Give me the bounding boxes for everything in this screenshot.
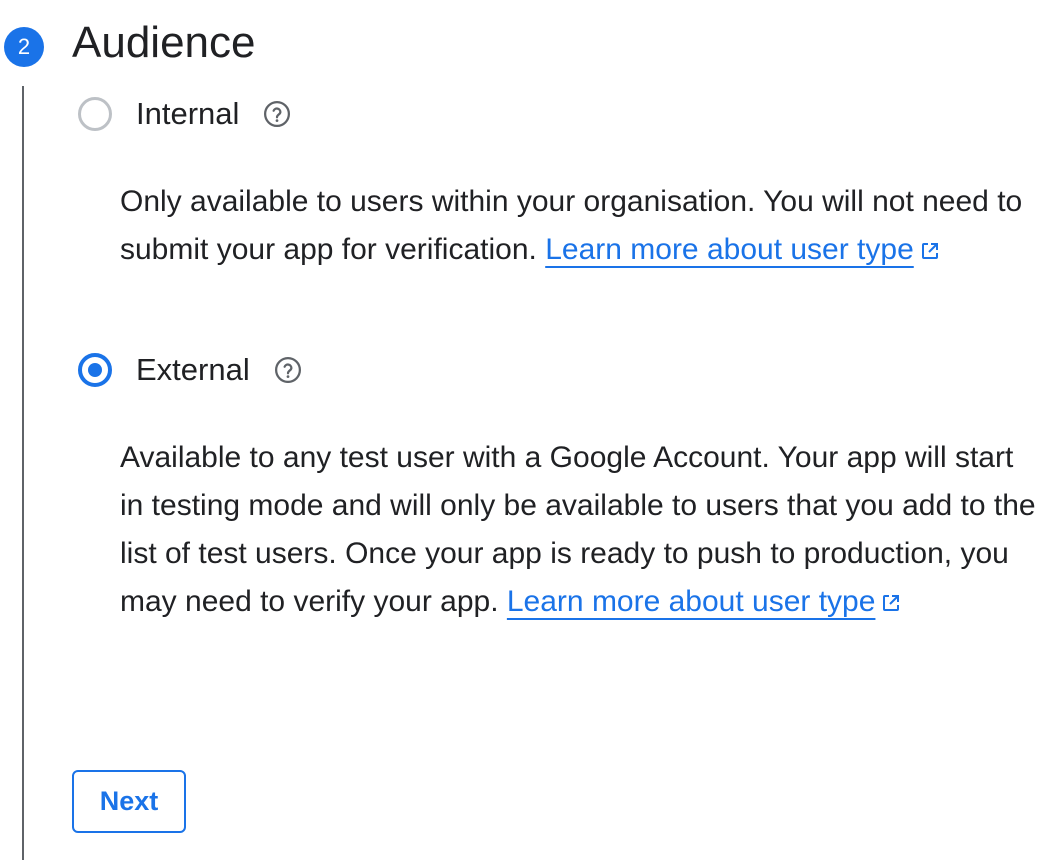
radio-external[interactable] [78,353,112,387]
option-internal-label[interactable]: Internal [136,96,239,132]
step-number-badge: 2 [4,27,44,67]
open-in-new-icon [883,595,900,611]
learn-more-link-text[interactable]: Learn more about user type [507,585,876,618]
option-internal-description: Only available to users within your orga… [120,178,1040,274]
help-circle-icon[interactable] [261,98,293,130]
learn-more-user-type-link-external[interactable]: Learn more about user type [507,585,902,618]
step-connector-line [22,86,24,860]
option-external-description: Available to any test user with a Google… [120,434,1040,626]
step-title: Audience [72,18,256,67]
radio-internal[interactable] [78,97,112,131]
help-circle-icon[interactable] [272,354,304,386]
learn-more-user-type-link-internal[interactable]: Learn more about user type [545,233,940,266]
option-external-label[interactable]: External [136,352,250,388]
open-in-new-icon [921,243,938,259]
learn-more-link-text[interactable]: Learn more about user type [545,233,914,266]
option-external[interactable]: External [78,350,304,390]
option-internal[interactable]: Internal [78,94,293,134]
next-button[interactable]: Next [72,770,186,833]
